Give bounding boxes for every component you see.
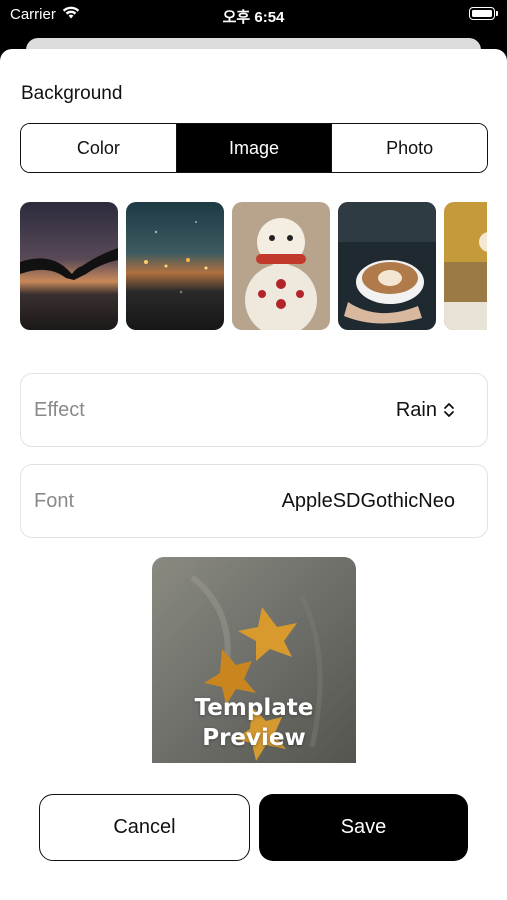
preview-line-2: Preview [202,725,306,751]
thumbnail-sunset[interactable] [20,202,118,330]
chevron-up-down-icon [444,403,454,417]
thumbnail-snowman[interactable] [232,202,330,330]
background-section-label: Background [21,83,123,104]
template-preview: Template Preview [152,557,356,763]
effect-row[interactable]: Effect Rain [20,373,488,447]
background-type-segmented-control: Color Image Photo [20,123,488,173]
template-sheet: Background Color Image Photo Effect Rain… [0,49,507,900]
thumbnail-yellow-room[interactable] [444,202,487,330]
cancel-button[interactable]: Cancel [39,794,250,861]
battery-icon [469,7,498,20]
status-bar: Carrier 오후 6:54 [0,0,507,30]
thumbnail-latte[interactable] [338,202,436,330]
font-label: Font [34,489,75,512]
status-time: 오후 6:54 [222,9,285,26]
segment-image[interactable]: Image [175,124,332,172]
thumbnail-rain-lights[interactable] [126,202,224,330]
font-row[interactable]: Font AppleSDGothicNeo [20,464,488,538]
effect-picker[interactable]: Rain [396,399,455,422]
preview-line-1: Template [194,695,314,721]
effect-value: Rain [395,398,437,421]
segment-photo[interactable]: Photo [331,124,487,172]
font-value: AppleSDGothicNeo [281,489,455,512]
segment-color[interactable]: Color [21,124,176,172]
effect-label: Effect [34,398,85,421]
background-image-list[interactable] [20,202,487,332]
preview-text: Template Preview [152,693,356,753]
save-button[interactable]: Save [259,794,468,861]
